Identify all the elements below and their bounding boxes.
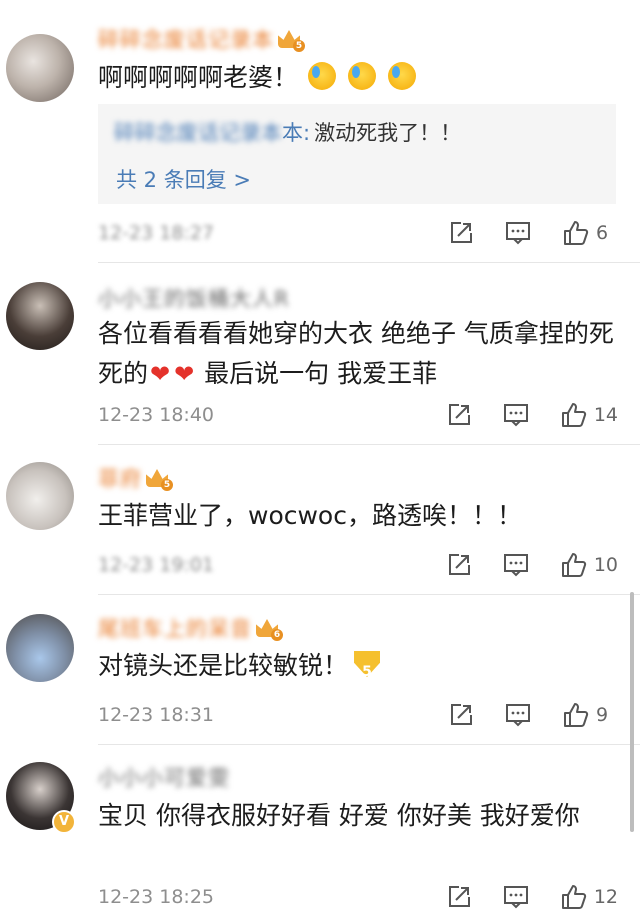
like-count: 9 <box>596 704 609 726</box>
like-button[interactable]: 10 <box>560 551 618 579</box>
comment-timestamp: 12-23 18:31 <box>98 704 215 726</box>
divider <box>98 744 640 745</box>
author-name[interactable]: 碎碎念废话记录本 <box>98 24 274 54</box>
share-icon[interactable] <box>446 884 472 910</box>
reply-author[interactable]: 碎碎念废话记录本 <box>114 118 282 148</box>
comment-timestamp: 12-23 18:27 <box>98 222 215 244</box>
divider <box>98 444 640 445</box>
like-count: 6 <box>596 222 609 244</box>
like-button[interactable]: 14 <box>560 401 618 429</box>
author-line: 尾班车上的呆音 6 <box>98 613 283 643</box>
share-icon[interactable] <box>448 702 474 728</box>
comment-text: 啊啊啊啊啊老婆！ <box>98 58 618 98</box>
comment-timestamp: 12-23 19:01 <box>98 554 215 576</box>
comment-text: 各位看看看看她穿的大衣 绝绝子 气质拿捏的死死的❤ ❤ 最后说一句 我爱王菲 <box>98 314 618 394</box>
like-icon <box>561 553 586 577</box>
avatar[interactable] <box>6 614 74 682</box>
reply-author-suffix: 本: <box>282 121 311 145</box>
comment-timestamp: 12-23 18:25 <box>98 886 215 908</box>
share-icon[interactable] <box>446 552 472 578</box>
comment-icon[interactable] <box>502 402 530 428</box>
like-icon <box>564 703 589 727</box>
avatar[interactable] <box>6 34 74 102</box>
verified-badge: V <box>52 810 76 834</box>
author-line: 小小王的饭桶大人R <box>98 283 290 313</box>
like-count: 10 <box>593 554 618 576</box>
scrollbar[interactable] <box>630 592 634 832</box>
comment-actions: 10 <box>446 550 618 580</box>
comment-actions: 14 <box>446 400 618 430</box>
comment-actions: 9 <box>448 700 618 730</box>
divider <box>98 262 640 263</box>
fan-level-icon: 6 <box>256 617 283 641</box>
share-icon[interactable] <box>448 220 474 246</box>
author-line: 碎碎念废话记录本 5 <box>98 24 305 54</box>
share-icon[interactable] <box>446 402 472 428</box>
comment-icon[interactable] <box>504 220 532 246</box>
like-button[interactable]: 6 <box>562 219 618 247</box>
heart-icon: ❤ <box>174 360 195 388</box>
author-name[interactable]: 菲府 <box>98 463 142 493</box>
reply-line: 碎碎念废话记录本 本: 激动死我了！！ <box>114 118 461 148</box>
crying-face-icon <box>307 62 336 90</box>
comment-icon[interactable] <box>502 552 530 578</box>
like-button[interactable]: 9 <box>562 701 618 729</box>
author-name[interactable]: 尾班车上的呆音 <box>98 613 252 643</box>
reply-text: 激动死我了！！ <box>314 121 462 145</box>
like-icon <box>561 403 586 427</box>
like-count: 14 <box>593 404 618 426</box>
avatar[interactable] <box>6 462 74 530</box>
divider <box>98 594 640 595</box>
heart-icon: ❤ <box>150 360 171 388</box>
author-line: 小小小可爱雯 <box>98 762 230 792</box>
comment-icon[interactable] <box>502 884 530 910</box>
like-count: 12 <box>593 886 618 908</box>
comment-text: 宝贝 你得衣服好好看 好爱 你好美 我好爱你 <box>98 801 580 830</box>
like-icon <box>561 885 586 909</box>
author-name[interactable]: 小小小可爱雯 <box>98 762 230 792</box>
comment-actions: 6 <box>448 218 618 248</box>
view-replies-link[interactable]: 共 2 条回复 > <box>116 164 251 194</box>
avatar[interactable] <box>6 282 74 350</box>
author-line: 菲府 5 <box>98 463 173 493</box>
comment-actions: 12 <box>446 882 618 912</box>
like-button[interactable]: 12 <box>560 883 618 911</box>
like-icon <box>564 221 589 245</box>
comment-text: 王菲营业了，wocwoc，路透唉！！！ <box>98 501 522 530</box>
crying-face-icon <box>387 62 416 90</box>
fan-level-icon: 5 <box>278 28 305 52</box>
reply-preview[interactable]: 碎碎念废话记录本 本: 激动死我了！！ 共 2 条回复 > <box>98 104 616 204</box>
fan-level-icon: 5 <box>146 467 173 491</box>
crying-face-icon <box>347 62 376 90</box>
comment-text: 对镜头还是比较敏锐！ 5 <box>98 646 618 686</box>
comment-icon[interactable] <box>504 702 532 728</box>
rank-badge-icon: 5 <box>352 651 382 680</box>
comment-timestamp: 12-23 18:40 <box>98 404 215 426</box>
author-name[interactable]: 小小王的饭桶大人R <box>98 283 290 313</box>
